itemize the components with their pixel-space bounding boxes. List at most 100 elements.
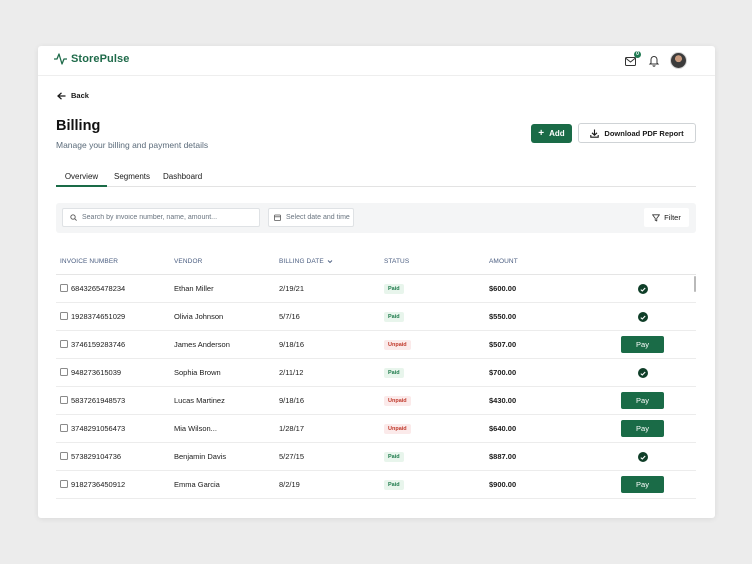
tab-overview[interactable]: Overview [56,172,107,187]
invoice-number: 3746159283746 [71,340,126,349]
arrow-left-icon [57,91,66,100]
amount: $507.00 [489,340,517,349]
status-cell: Unpaid [384,339,411,350]
pay-button[interactable]: Pay [621,476,664,493]
status-cell: Paid [384,367,404,378]
invoice-number: 1928374651029 [71,312,126,321]
billing-date: 9/18/16 [279,340,305,349]
search-box [62,208,260,227]
column-status[interactable]: STATUS [384,258,409,265]
amount: $550.00 [489,312,517,321]
amount: $600.00 [489,284,517,293]
funnel-icon [652,213,661,221]
amount: $430.00 [489,396,517,405]
back-label: Back [71,91,89,100]
search-input[interactable] [82,214,257,221]
vendor-name: Mia Wilson... [174,424,217,433]
logo[interactable]: StorePulse [54,53,129,65]
add-button[interactable]: + Add [531,124,572,143]
status-badge: Unpaid [384,340,411,350]
pulse-icon [54,53,67,65]
billing-date: 8/2/19 [279,480,300,489]
pay-button[interactable]: Pay [621,336,664,353]
back-button[interactable]: Back [57,91,89,100]
vendor-name: Benjamin Davis [174,452,227,461]
avatar[interactable] [670,52,687,69]
bell-icon[interactable] [648,54,660,67]
paid-check-icon [638,452,648,462]
filter-bar: Select date and time Filter [56,203,696,233]
invoice-table-body: 6843265478234 Ethan Miller 2/19/21 Paid $600… [56,275,696,499]
table-row[interactable]: 573829104736 Benjamin Davis 5/27/15 Paid $88… [56,443,696,471]
table-row[interactable]: 3748291056473 Mia Wilson... 1/28/17 Unpaid $… [56,415,696,443]
column-amount[interactable]: AMOUNT [489,258,518,265]
filter-label: Filter [664,213,681,222]
app-name: StorePulse [71,53,130,65]
page-subtitle: Manage your billing and payment details [56,140,209,150]
chevron-down-icon [327,260,333,264]
message-count-badge: 0 [634,50,641,58]
table-row[interactable]: 6843265478234 Ethan Miller 2/19/21 Paid $600… [56,275,696,303]
filter-button[interactable]: Filter [644,208,689,227]
row-checkbox[interactable] [60,284,68,292]
pay-button[interactable]: Pay [621,392,664,409]
vendor-name: James Anderson [174,340,230,349]
row-checkbox[interactable] [60,312,68,320]
row-checkbox[interactable] [60,424,68,432]
column-billing-date-label: BILLING DATE [279,258,324,265]
status-cell: Paid [384,479,404,490]
row-checkbox[interactable] [60,368,68,376]
invoice-number: 3748291056473 [71,424,126,433]
status-badge: Paid [384,480,404,490]
billing-card: StorePulse 0 Back Billing Manage your bi… [38,46,715,518]
pay-button[interactable]: Pay [621,420,664,437]
status-cell: Unpaid [384,423,411,434]
invoice-number: 948273615039 [71,368,122,377]
paid-check-icon [638,312,648,322]
invoice-number: 5837261948573 [71,396,126,405]
amount: $900.00 [489,480,517,489]
vendor-name: Emma Garcia [174,480,220,489]
table-row[interactable]: 1928374651029 Olivia Johnson 5/7/16 Paid $55… [56,303,696,331]
row-checkbox[interactable] [60,396,68,404]
top-bar: StorePulse 0 [38,46,715,76]
vendor-name: Sophia Brown [174,368,221,377]
status-badge: Paid [384,368,404,378]
add-label: Add [549,129,565,138]
scrollbar-thumb[interactable] [694,276,696,292]
status-cell: Unpaid [384,395,411,406]
plus-icon: + [538,127,545,139]
invoice-number: 573829104736 [71,452,122,461]
status-badge: Paid [384,452,404,462]
column-vendor[interactable]: VENDOR [174,258,202,265]
column-invoice-number[interactable]: INVOICE NUMBER [60,258,118,265]
table-row[interactable]: 948273615039 Sophia Brown 2/11/12 Paid $700.… [56,359,696,387]
tabs: Overview Segments Dashboard [56,172,696,187]
download-pdf-button[interactable]: Download PDF Report [578,123,696,143]
table-row[interactable]: 3746159283746 James Anderson 9/18/16 Unpaid… [56,331,696,359]
search-icon [70,214,77,221]
billing-date: 2/19/21 [279,284,305,293]
tab-segments[interactable]: Segments [114,172,150,187]
billing-date: 5/27/15 [279,452,305,461]
page-title: Billing [56,118,101,134]
vendor-name: Ethan Miller [174,284,214,293]
status-badge: Unpaid [384,396,411,406]
row-checkbox[interactable] [60,480,68,488]
row-checkbox[interactable] [60,452,68,460]
amount: $640.00 [489,424,517,433]
table-row[interactable]: 5837261948573 Lucas Martinez 9/18/16 Unpaid… [56,387,696,415]
billing-date: 2/11/12 [279,368,304,377]
tab-dashboard[interactable]: Dashboard [163,172,202,187]
row-checkbox[interactable] [60,340,68,348]
invoice-number: 6843265478234 [71,284,126,293]
date-picker[interactable]: Select date and time [268,208,354,227]
table-row[interactable]: 9182736450912 Emma Garcia 8/2/19 Paid $900.0… [56,471,696,499]
messages-button[interactable]: 0 [624,50,641,68]
billing-date: 1/28/17 [279,424,305,433]
status-cell: Paid [384,311,404,322]
column-billing-date[interactable]: BILLING DATE [279,258,333,265]
invoice-number: 9182736450912 [71,480,126,489]
download-icon [590,129,600,138]
table-header: INVOICE NUMBER VENDOR BILLING DATE STATU… [56,255,696,275]
